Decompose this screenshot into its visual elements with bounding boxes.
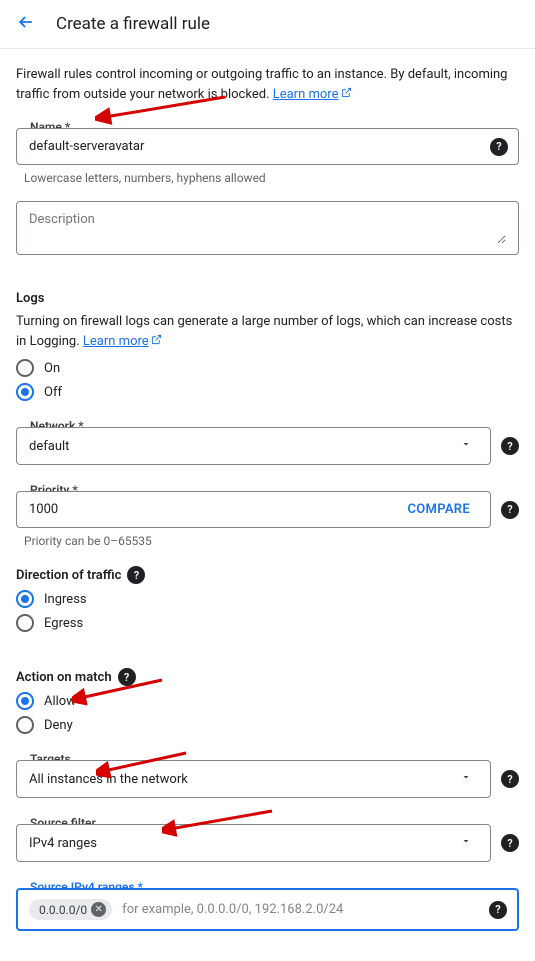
back-arrow-icon[interactable]: [16, 12, 36, 36]
name-hint: Lowercase letters, numbers, hyphens allo…: [24, 171, 519, 185]
name-input-box[interactable]: ?: [16, 128, 519, 165]
logs-desc: Turning on firewall logs can generate a …: [16, 312, 519, 351]
help-icon[interactable]: ?: [501, 501, 519, 519]
direction-ingress-option[interactable]: Ingress: [16, 590, 519, 608]
external-link-icon: [151, 334, 162, 349]
priority-input-box[interactable]: COMPARE: [16, 491, 491, 528]
help-icon[interactable]: ?: [501, 770, 519, 788]
help-icon[interactable]: ?: [489, 901, 507, 919]
intro-text: Firewall rules control incoming or outgo…: [16, 65, 519, 104]
ip-range-chip: 0.0.0.0/0 ✕: [29, 899, 112, 920]
help-icon[interactable]: ?: [490, 138, 508, 156]
action-allow-option[interactable]: Allow: [16, 692, 519, 710]
radio-label: Allow: [44, 694, 76, 709]
help-icon[interactable]: ?: [501, 834, 519, 852]
radio-icon[interactable]: [16, 614, 34, 632]
description-field: [16, 201, 519, 255]
chip-remove-icon[interactable]: ✕: [91, 902, 106, 917]
targets-select[interactable]: All instances in the network: [16, 760, 491, 798]
page-title: Create a firewall rule: [56, 14, 210, 34]
help-icon[interactable]: ?: [127, 566, 145, 584]
radio-label: Egress: [44, 616, 83, 631]
logs-learn-more-link[interactable]: Learn more: [83, 334, 149, 349]
logs-off-option[interactable]: Off: [16, 383, 519, 401]
radio-label: Ingress: [44, 592, 87, 607]
network-field: Network * default ?: [16, 427, 519, 465]
radio-icon[interactable]: [16, 590, 34, 608]
source-filter-select[interactable]: IPv4 ranges: [16, 824, 491, 862]
source-ranges-field: Source IPv4 ranges * 0.0.0.0/0 ✕ ?: [16, 888, 519, 931]
name-field: Name * ?: [16, 128, 519, 165]
direction-egress-option[interactable]: Egress: [16, 614, 519, 632]
radio-icon[interactable]: [16, 383, 34, 401]
logs-title: Logs: [16, 291, 519, 306]
source-filter-value: IPv4 ranges: [29, 836, 97, 851]
action-title: Action on match ?: [16, 668, 519, 686]
chevron-down-icon: [460, 438, 472, 454]
chevron-down-icon: [460, 835, 472, 851]
help-icon[interactable]: ?: [501, 437, 519, 455]
targets-value: All instances in the network: [29, 772, 188, 787]
source-ranges-input-box[interactable]: 0.0.0.0/0 ✕ ?: [16, 888, 519, 931]
action-deny-option[interactable]: Deny: [16, 716, 519, 734]
network-select[interactable]: default: [16, 427, 491, 465]
source-filter-field: Source filter IPv4 ranges ?: [16, 824, 519, 862]
direction-title: Direction of traffic ?: [16, 566, 519, 584]
source-ranges-input[interactable]: [122, 902, 506, 917]
radio-label: Off: [44, 385, 62, 400]
network-value: default: [29, 439, 69, 454]
compare-link[interactable]: COMPARE: [407, 502, 470, 517]
chevron-down-icon: [460, 771, 472, 787]
radio-label: On: [44, 361, 60, 376]
priority-hint: Priority can be 0–65535: [24, 534, 519, 548]
radio-label: Deny: [44, 718, 73, 733]
learn-more-link[interactable]: Learn more: [273, 87, 339, 102]
radio-icon[interactable]: [16, 359, 34, 377]
name-input[interactable]: [29, 139, 506, 154]
targets-field: Targets All instances in the network ?: [16, 760, 519, 798]
priority-field: Priority * COMPARE ?: [16, 491, 519, 528]
logs-on-option[interactable]: On: [16, 359, 519, 377]
radio-icon[interactable]: [16, 716, 34, 734]
help-icon[interactable]: ?: [118, 668, 136, 686]
page-header: Create a firewall rule: [0, 0, 535, 49]
priority-input[interactable]: [29, 502, 89, 517]
description-input[interactable]: [29, 212, 506, 244]
radio-icon[interactable]: [16, 692, 34, 710]
description-box[interactable]: [16, 201, 519, 255]
form-content: Firewall rules control incoming or outgo…: [0, 49, 535, 961]
external-link-icon: [341, 87, 352, 102]
